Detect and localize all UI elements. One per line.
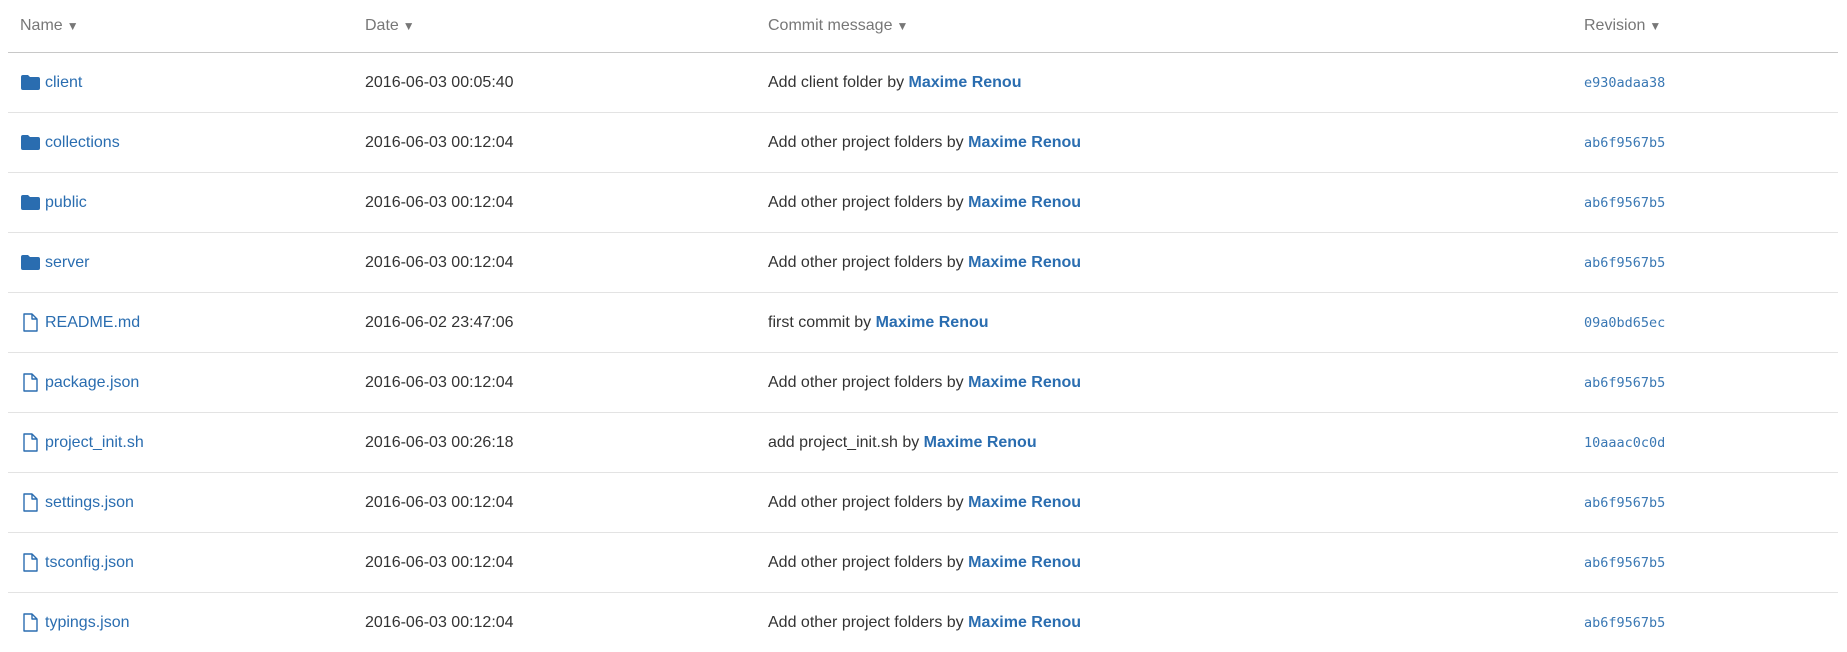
table-row: settings.json 2016-06-03 00:12:04 Add ot… — [8, 473, 1838, 533]
file-icon — [20, 552, 41, 573]
author-link[interactable]: Maxime Renou — [968, 254, 1081, 272]
commit-message: Add other project folders — [768, 253, 943, 271]
entry-name-link[interactable]: project_init.sh — [45, 434, 144, 452]
commit-date: 2016-06-03 00:12:04 — [365, 133, 514, 151]
table-row: typings.json 2016-06-03 00:12:04 Add oth… — [8, 593, 1838, 652]
file-icon — [20, 312, 41, 333]
commit-message: Add other project folders — [768, 553, 943, 571]
file-table: Name ▼ Date ▼ Commit message ▼ Revision … — [8, 0, 1838, 652]
commit-message: first commit — [768, 313, 850, 331]
commit-by-label: by — [887, 73, 905, 91]
commit-message: Add other project folders — [768, 133, 943, 151]
commit-message: Add other project folders — [768, 373, 943, 391]
file-icon — [20, 612, 41, 633]
entry-name-link[interactable]: typings.json — [45, 614, 130, 632]
date-header-label: Date — [365, 17, 399, 34]
folder-icon — [20, 252, 41, 273]
file-icon — [20, 492, 41, 513]
revision-link[interactable]: 09a0bd65ec — [1584, 315, 1665, 331]
sort-caret-icon: ▼ — [402, 19, 415, 33]
table-body: client 2016-06-03 00:05:40 Add client fo… — [8, 53, 1838, 652]
commit-by-label: by — [946, 253, 964, 271]
commit-date: 2016-06-03 00:12:04 — [365, 373, 514, 391]
revision-link[interactable]: ab6f9567b5 — [1584, 135, 1665, 151]
sort-caret-icon: ▼ — [66, 19, 79, 33]
commit-message: Add other project folders — [768, 193, 943, 211]
name-header-label: Name — [20, 17, 63, 34]
revision-link[interactable]: e930adaa38 — [1584, 75, 1665, 91]
file-icon — [20, 372, 41, 393]
table-row: package.json 2016-06-03 00:12:04 Add oth… — [8, 353, 1838, 413]
entry-name-link[interactable]: collections — [45, 134, 120, 152]
commit-date: 2016-06-03 00:12:04 — [365, 553, 514, 571]
commit-by-label: by — [946, 373, 964, 391]
author-link[interactable]: Maxime Renou — [968, 554, 1081, 572]
commit-by-label: by — [946, 493, 964, 511]
sort-by-revision-header[interactable]: Revision ▼ — [1584, 0, 1661, 52]
entry-name-link[interactable]: client — [45, 74, 82, 92]
entry-name-link[interactable]: tsconfig.json — [45, 554, 134, 572]
commit-by-label: by — [946, 553, 964, 571]
table-row: server 2016-06-03 00:12:04 Add other pro… — [8, 233, 1838, 293]
commit-date: 2016-06-03 00:12:04 — [365, 493, 514, 511]
table-row: README.md 2016-06-02 23:47:06 first comm… — [8, 293, 1838, 353]
author-link[interactable]: Maxime Renou — [968, 194, 1081, 212]
table-row: project_init.sh 2016-06-03 00:26:18 add … — [8, 413, 1838, 473]
commit-date: 2016-06-03 00:05:40 — [365, 73, 514, 91]
entry-name-link[interactable]: server — [45, 254, 89, 272]
commit-date: 2016-06-03 00:12:04 — [365, 613, 514, 631]
entry-name-link[interactable]: settings.json — [45, 494, 134, 512]
folder-icon — [20, 192, 41, 213]
entry-name-link[interactable]: public — [45, 194, 87, 212]
commit-message: Add client folder — [768, 73, 883, 91]
revision-link[interactable]: ab6f9567b5 — [1584, 195, 1665, 211]
sort-by-message-header[interactable]: Commit message ▼ — [768, 0, 908, 52]
table-row: client 2016-06-03 00:05:40 Add client fo… — [8, 53, 1838, 113]
commit-by-label: by — [946, 613, 964, 631]
commit-by-label: by — [946, 193, 964, 211]
revision-link[interactable]: ab6f9567b5 — [1584, 255, 1665, 271]
commit-message: add project_init.sh — [768, 433, 898, 451]
commit-date: 2016-06-02 23:47:06 — [365, 313, 514, 331]
table-header: Name ▼ Date ▼ Commit message ▼ Revision … — [8, 0, 1838, 53]
file-icon — [20, 432, 41, 453]
sort-by-name-header[interactable]: Name ▼ — [20, 0, 79, 52]
revision-link[interactable]: ab6f9567b5 — [1584, 375, 1665, 391]
commit-message: Add other project folders — [768, 613, 943, 631]
author-link[interactable]: Maxime Renou — [968, 134, 1081, 152]
revision-header-label: Revision — [1584, 17, 1646, 34]
entry-name-link[interactable]: README.md — [45, 314, 140, 332]
author-link[interactable]: Maxime Renou — [968, 614, 1081, 632]
revision-link[interactable]: ab6f9567b5 — [1584, 615, 1665, 631]
folder-icon — [20, 132, 41, 153]
author-link[interactable]: Maxime Renou — [968, 494, 1081, 512]
commit-date: 2016-06-03 00:26:18 — [365, 433, 514, 451]
sort-by-date-header[interactable]: Date ▼ — [365, 0, 415, 52]
table-row: tsconfig.json 2016-06-03 00:12:04 Add ot… — [8, 533, 1838, 593]
commit-by-label: by — [854, 313, 872, 331]
revision-link[interactable]: ab6f9567b5 — [1584, 555, 1665, 571]
author-link[interactable]: Maxime Renou — [876, 314, 989, 332]
commit-date: 2016-06-03 00:12:04 — [365, 193, 514, 211]
message-header-label: Commit message — [768, 17, 893, 34]
table-row: public 2016-06-03 00:12:04 Add other pro… — [8, 173, 1838, 233]
commit-by-label: by — [946, 133, 964, 151]
commit-message: Add other project folders — [768, 493, 943, 511]
sort-caret-icon: ▼ — [1649, 19, 1662, 33]
author-link[interactable]: Maxime Renou — [924, 434, 1037, 452]
commit-date: 2016-06-03 00:12:04 — [365, 253, 514, 271]
folder-icon — [20, 72, 41, 93]
sort-caret-icon: ▼ — [896, 19, 909, 33]
commit-by-label: by — [902, 433, 920, 451]
table-row: collections 2016-06-03 00:12:04 Add othe… — [8, 113, 1838, 173]
revision-link[interactable]: 10aaac0c0d — [1584, 435, 1665, 451]
revision-link[interactable]: ab6f9567b5 — [1584, 495, 1665, 511]
author-link[interactable]: Maxime Renou — [909, 74, 1022, 92]
author-link[interactable]: Maxime Renou — [968, 374, 1081, 392]
entry-name-link[interactable]: package.json — [45, 374, 139, 392]
